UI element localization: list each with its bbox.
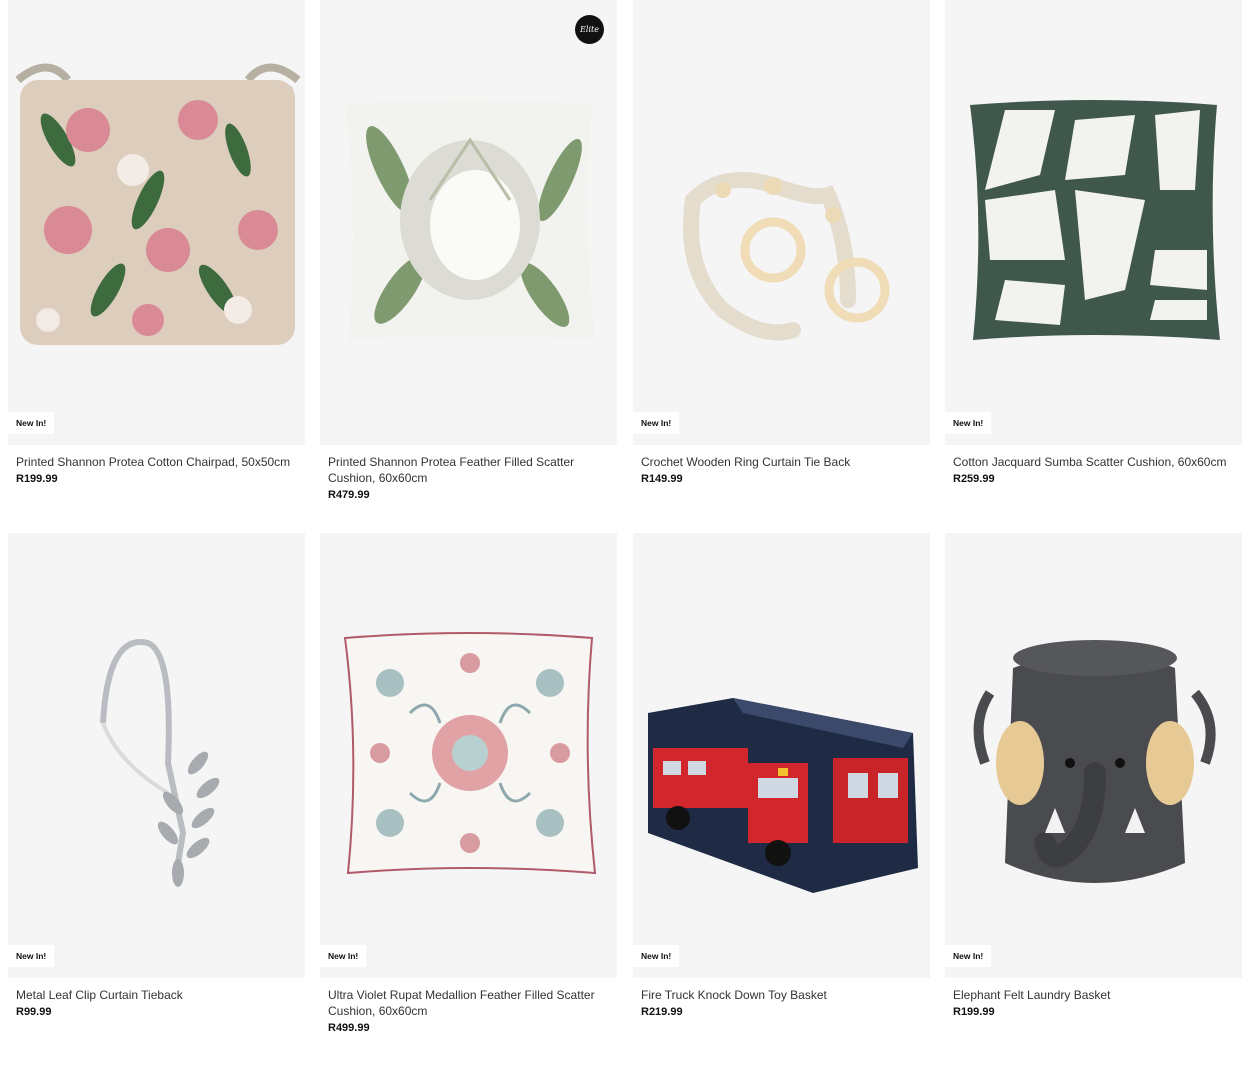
product-card[interactable]: New In! Fire Truck Knock Down Toy Basket… <box>633 533 930 1018</box>
protea-cushion-image <box>345 100 595 340</box>
protea-chairpad-image <box>15 63 301 345</box>
jacquard-cushion-image <box>970 100 1220 340</box>
product-card[interactable]: New In! Cotton Jacquard Sumba Scatter Cu… <box>945 0 1242 485</box>
product-name[interactable]: Ultra Violet Rupat Medallion Feather Fil… <box>328 987 603 1019</box>
product-name[interactable]: Printed Shannon Protea Cotton Chairpad, … <box>16 454 291 470</box>
product-name[interactable]: Fire Truck Knock Down Toy Basket <box>641 987 916 1003</box>
product-card[interactable]: New In! Crochet Wooden Ring Curtain Tie … <box>633 0 930 485</box>
product-image[interactable]: New In! <box>633 0 930 445</box>
product-price: R149.99 <box>641 473 683 485</box>
new-in-badge: New In! <box>945 945 992 967</box>
new-in-badge: New In! <box>633 945 680 967</box>
product-name[interactable]: Metal Leaf Clip Curtain Tieback <box>16 987 291 1003</box>
product-image[interactable]: Elite <box>320 0 617 445</box>
product-price: R219.99 <box>641 1006 683 1018</box>
product-image[interactable]: New In! <box>8 533 305 978</box>
product-name[interactable]: Printed Shannon Protea Feather Filled Sc… <box>328 454 603 486</box>
new-in-badge: New In! <box>8 412 55 434</box>
new-in-badge: New In! <box>945 412 992 434</box>
product-card[interactable]: New In! Metal Leaf Clip Curtain Tieback … <box>8 533 305 1018</box>
product-image[interactable]: New In! <box>633 533 930 978</box>
product-price: R259.99 <box>953 473 995 485</box>
product-card[interactable]: Elite Printed Shannon Protea Feather Fil… <box>320 0 617 501</box>
product-card[interactable]: New In! Elephant Felt Laundry Basket R19… <box>945 533 1242 1018</box>
product-name[interactable]: Crochet Wooden Ring Curtain Tie Back <box>641 454 916 470</box>
fire-truck-basket-image <box>648 698 918 893</box>
product-name[interactable]: Cotton Jacquard Sumba Scatter Cushion, 6… <box>953 454 1228 470</box>
medallion-cushion-image <box>343 632 597 875</box>
product-card[interactable]: New In! Printed Shannon Protea Cotton Ch… <box>8 0 305 485</box>
product-image[interactable]: New In! <box>8 0 305 445</box>
new-in-badge: New In! <box>320 945 367 967</box>
product-price: R499.99 <box>328 1022 370 1034</box>
product-price: R199.99 <box>16 473 58 485</box>
elephant-basket-image <box>973 640 1216 883</box>
product-name[interactable]: Elephant Felt Laundry Basket <box>953 987 1228 1003</box>
product-image[interactable]: New In! <box>320 533 617 978</box>
leaf-clip-image <box>100 639 220 887</box>
new-in-badge: New In! <box>633 412 680 434</box>
crochet-tieback-image <box>683 172 890 341</box>
product-grid: New In! Printed Shannon Protea Cotton Ch… <box>0 0 1250 1065</box>
product-image[interactable]: New In! <box>945 533 1242 978</box>
product-card[interactable]: New In! Ultra Violet Rupat Medallion Fea… <box>320 533 617 1034</box>
product-price: R199.99 <box>953 1006 995 1018</box>
product-price: R99.99 <box>16 1006 52 1018</box>
product-image[interactable]: New In! <box>945 0 1242 445</box>
product-price: R479.99 <box>328 489 370 501</box>
brand-badge: Elite <box>575 15 604 44</box>
new-in-badge: New In! <box>8 945 55 967</box>
